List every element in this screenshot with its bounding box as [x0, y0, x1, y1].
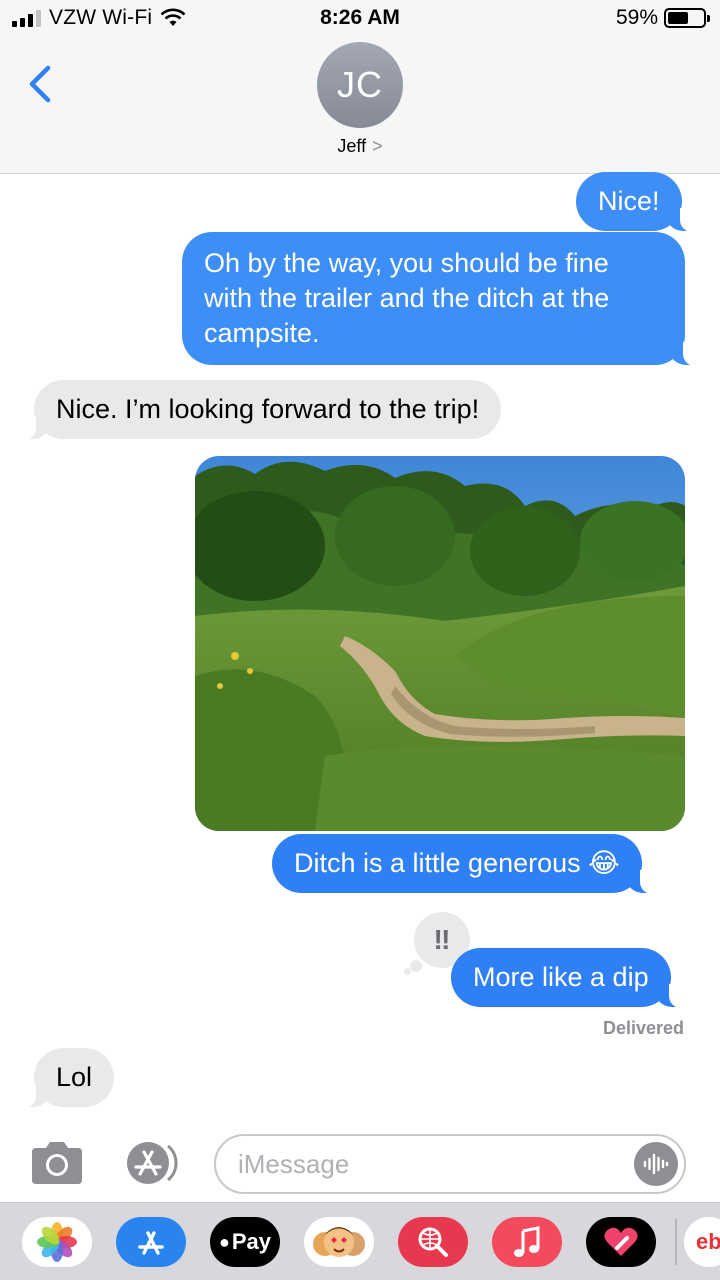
message-bubble-outgoing[interactable]: Nice! [576, 172, 693, 232]
message-bubble-outgoing[interactable]: Ditch is a little generous 😂 [272, 834, 654, 894]
back-chevron-icon[interactable] [24, 62, 58, 106]
apple-pay-icon[interactable]: ● Pay [210, 1217, 280, 1267]
app-store-icon[interactable] [122, 1140, 184, 1186]
ebay-icon[interactable]: eb [684, 1217, 720, 1267]
battery-level [668, 12, 689, 24]
ebay-label: eb [696, 1229, 720, 1254]
tapback-reaction: ‼ [433, 924, 451, 955]
app-store-icon[interactable] [116, 1217, 186, 1267]
chevron-right-icon: > [372, 136, 383, 156]
carrier-label: VZW Wi-Fi [49, 6, 153, 29]
status-bar: VZW Wi-Fi 8:26 AM 59% [0, 0, 720, 36]
tapback-tail [404, 968, 411, 975]
music-icon[interactable] [492, 1217, 562, 1267]
message-text: Oh by the way, you should be fine with t… [204, 248, 610, 348]
delivered-status: Delivered [602, 1018, 684, 1038]
photos-icon[interactable] [22, 1217, 92, 1267]
cellular-signal-icon [12, 9, 41, 27]
tapback-tail [410, 960, 422, 972]
message-text: Lol [56, 1062, 93, 1092]
battery-percent: 59% [615, 6, 658, 29]
message-field[interactable] [214, 1134, 686, 1194]
message-text: Nice! [598, 186, 660, 216]
search-images-icon[interactable] [398, 1217, 468, 1267]
conversation-header: JC Jeff > [0, 36, 720, 174]
audio-message-button[interactable] [634, 1142, 678, 1186]
wifi-icon [160, 8, 186, 26]
waveform-icon [643, 1153, 669, 1175]
message-text: Ditch is a little generous 😂 [294, 848, 620, 878]
photo-attachment[interactable] [195, 456, 685, 831]
memoji-faces-icon [313, 1227, 365, 1257]
battery-icon [664, 8, 710, 28]
app-store-glyph-icon [138, 1231, 164, 1255]
apple-logo-icon: ● [218, 1231, 230, 1252]
magnifier-globe-icon [418, 1227, 448, 1257]
campsite-photo [195, 456, 685, 831]
message-text: Nice. I’m looking forward to the trip! [56, 394, 480, 424]
digital-touch-icon[interactable] [586, 1217, 656, 1267]
contact-name-button[interactable]: Jeff > [0, 136, 720, 157]
message-bubble-outgoing[interactable]: Oh by the way, you should be fine with t… [182, 232, 697, 366]
apple-pay-label: Pay [231, 1229, 272, 1254]
message-bubble-outgoing[interactable]: More like a dip [451, 948, 683, 1008]
memoji-icon[interactable] [304, 1217, 374, 1267]
compose-bar [0, 1120, 720, 1204]
drawer-divider [675, 1219, 677, 1265]
imessage-app-drawer: ● Pay eb [0, 1202, 720, 1280]
photos-flower-icon [37, 1222, 77, 1262]
contact-name: Jeff [337, 136, 367, 156]
message-bubble-incoming[interactable]: Lol [21, 1048, 115, 1108]
message-bubble-incoming[interactable]: Nice. I’m looking forward to the trip! [21, 380, 502, 440]
contact-avatar[interactable]: JC [317, 42, 403, 128]
message-input[interactable] [238, 1146, 618, 1182]
music-note-icon [514, 1226, 540, 1257]
message-text: More like a dip [473, 962, 649, 992]
heart-icon [604, 1227, 638, 1256]
camera-icon[interactable] [28, 1140, 86, 1186]
